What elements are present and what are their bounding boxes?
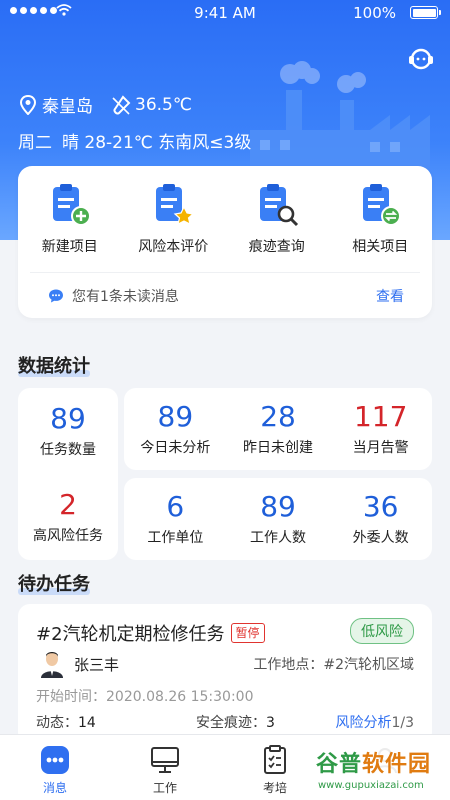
message-dots-icon xyxy=(41,746,69,774)
stat-label: 当月告警 xyxy=(352,440,409,456)
trace-query-button[interactable]: 痕迹查询 xyxy=(229,182,325,270)
watermark-title: 谷普软件园 xyxy=(316,752,432,777)
watermark-url: www.gupuxiazai.com xyxy=(318,780,424,791)
stat-monthly-alerts[interactable]: 117 当月告警 xyxy=(329,388,432,470)
factory-illustration xyxy=(250,61,430,170)
risk-evaluation-button[interactable]: 风险本评价 xyxy=(125,182,221,270)
unread-notice-bar[interactable]: 您有1条未读消息 查看 xyxy=(30,272,420,318)
site-watermark: 谷普软件园 www.gupuxiazai.com xyxy=(312,742,450,800)
checklist-icon xyxy=(264,745,286,774)
stat-workers[interactable]: 89 工作人数 xyxy=(227,478,330,560)
quick-label: 相关项目 xyxy=(352,239,409,255)
stat-value: 36 xyxy=(362,490,399,523)
stat-today-unanalyzed[interactable]: 89 今日未分析 xyxy=(124,388,227,470)
stat-label: 外委人数 xyxy=(352,530,409,546)
workplace: 工作地点：#2汽轮机区域 xyxy=(253,657,414,673)
risk-analysis-link[interactable]: 风险分析1/3 xyxy=(335,712,414,732)
tab-label: 工作 xyxy=(152,781,177,795)
customer-service-icon[interactable] xyxy=(408,46,434,72)
stat-task-count[interactable]: 89 任务数量 xyxy=(18,388,118,474)
stat-label: 任务数量 xyxy=(40,442,96,458)
start-time: 开始时间：2020.08.26 15:30:00 xyxy=(36,689,254,705)
stat-outsourced[interactable]: 36 外委人数 xyxy=(329,478,432,560)
weather-row: 周二 晴 28-21℃ 东南风≤3级 xyxy=(18,128,251,153)
pause-tag: 暂停 xyxy=(230,623,265,643)
stat-card-row-1: 89 今日未分析 28 昨日未创建 117 当月告警 xyxy=(124,388,432,470)
dynamic-count: 动态：14 xyxy=(36,715,96,731)
stat-label: 今日未分析 xyxy=(140,440,211,456)
stat-value: 2 xyxy=(59,488,77,521)
related-project-button[interactable]: 相关项目 xyxy=(332,182,428,270)
quick-actions-card: 新建项目 风险本评价 痕迹查询 相关项目 您有1条未读消息 查看 xyxy=(18,166,432,318)
battery-percent: 100% xyxy=(353,4,396,22)
quick-label: 风险本评价 xyxy=(138,239,209,255)
tab-label: 消息 xyxy=(42,781,67,795)
location-row: 秦皇岛 36.5℃ xyxy=(20,92,192,117)
stat-label: 昨日未创建 xyxy=(243,440,313,456)
status-bar: 9:41 AM 100% xyxy=(0,0,450,26)
stat-value: 89 xyxy=(50,402,86,435)
tab-label: 考培 xyxy=(262,781,287,795)
task-title: #2汽轮机定期检修任务 xyxy=(36,624,225,645)
notice-text: 您有1条未读消息 xyxy=(72,288,179,305)
stat-value: 28 xyxy=(260,400,296,433)
monitor-icon xyxy=(151,747,179,773)
stat-value: 89 xyxy=(157,400,194,433)
stat-value: 117 xyxy=(353,400,408,433)
stat-card-row-2: 6 工作单位 89 工作人数 36 外委人数 xyxy=(124,478,432,560)
stat-value: 6 xyxy=(166,490,185,523)
battery-icon xyxy=(410,6,441,19)
body-temperature: 36.5℃ xyxy=(135,94,192,115)
assignee-name: 张三丰 xyxy=(74,655,120,674)
quick-label: 痕迹查询 xyxy=(248,239,305,255)
tab-work[interactable]: 工作 xyxy=(110,735,220,800)
task-title-row: #2汽轮机定期检修任务 暂停 xyxy=(36,620,265,646)
risk-level-badge: 低风险 xyxy=(350,618,414,644)
stat-label: 高风险任务 xyxy=(33,528,103,544)
weather-text: 晴 28-21℃ 东南风≤3级 xyxy=(62,133,252,153)
quick-label: 新建项目 xyxy=(41,239,98,255)
clipboard-add-icon xyxy=(52,184,91,226)
stat-yesterday-uncreated[interactable]: 28 昨日未创建 xyxy=(227,388,330,470)
clipboard-search-icon xyxy=(259,184,298,227)
safety-trace-count: 安全痕迹：3 xyxy=(196,715,275,731)
weekday: 周二 xyxy=(18,133,52,153)
location-pin-icon xyxy=(20,94,36,115)
stat-card-main: 89 任务数量 2 高风险任务 xyxy=(18,388,118,560)
avatar xyxy=(41,652,63,678)
new-project-button[interactable]: 新建项目 xyxy=(22,182,118,270)
stats-section-title: 数据统计 xyxy=(18,356,90,377)
clipboard-link-icon xyxy=(363,184,402,226)
stat-work-units[interactable]: 6 工作单位 xyxy=(124,478,227,560)
temperature-group: 36.5℃ xyxy=(111,95,192,115)
view-link[interactable]: 查看 xyxy=(376,286,404,306)
tab-messages[interactable]: 消息 xyxy=(0,735,110,800)
task-card[interactable]: #2汽轮机定期检修任务 暂停 低风险 张三丰 工作地点：#2汽轮机区域 开始时间… xyxy=(18,604,432,744)
clipboard-star-icon xyxy=(156,184,195,226)
thermometer-icon xyxy=(112,94,131,115)
stat-high-risk[interactable]: 2 高风险任务 xyxy=(18,474,118,560)
assignee: 张三丰 xyxy=(40,650,119,678)
todo-section-title: 待办任务 xyxy=(18,574,90,595)
location-name: 秦皇岛 xyxy=(42,97,93,117)
stat-value: 89 xyxy=(260,490,296,523)
stat-label: 工作单位 xyxy=(147,530,204,546)
chat-bubble-icon xyxy=(49,289,63,302)
stat-label: 工作人数 xyxy=(250,530,306,546)
